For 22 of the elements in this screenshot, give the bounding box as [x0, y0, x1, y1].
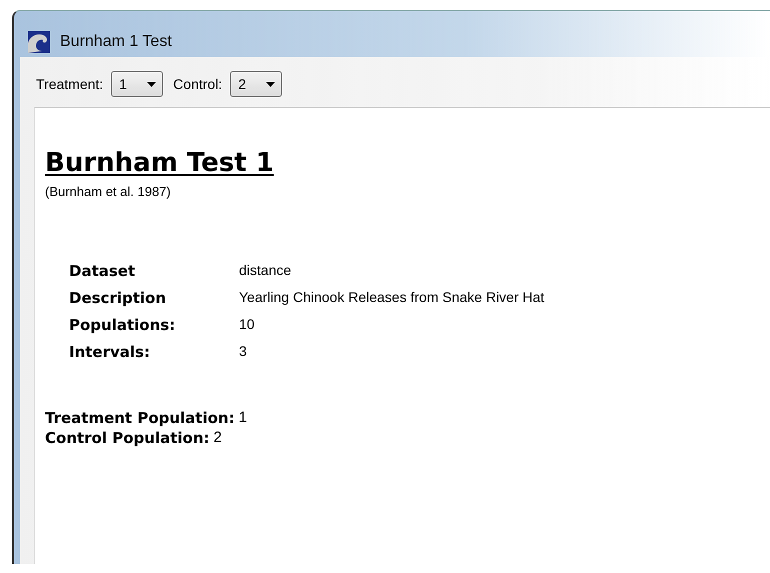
window-title: Burnham 1 Test [60, 33, 172, 51]
detail-label: Populations: [69, 316, 176, 334]
summary-label: Control Population: [45, 429, 210, 447]
detail-label: Intervals: [69, 343, 151, 361]
dropdown[interactable]: 2 [230, 71, 282, 97]
detail-label: Dataset [69, 262, 136, 280]
detail-label: Description [69, 289, 168, 307]
detail-value: 10 [239, 316, 256, 334]
summary-value: 2 [214, 429, 222, 447]
report-heading: Burnham Test 1 [45, 148, 274, 178]
summary-value: 1 [238, 409, 247, 427]
wave-icon [28, 31, 50, 53]
field-label: Control: [173, 76, 222, 92]
caret-icon [147, 82, 156, 86]
detail-value: 3 [239, 343, 248, 361]
summary-label: Treatment Population: [45, 409, 235, 427]
detail-value: distance [239, 262, 292, 280]
field-label: Treatment: [36, 76, 104, 92]
dropdown[interactable]: 1 [111, 71, 164, 97]
caret-icon [266, 82, 276, 86]
citation: (Burnham et al. 1987) [45, 184, 171, 199]
detail-value: Yearling Chinook Releases from Snake River Hat [239, 289, 544, 307]
